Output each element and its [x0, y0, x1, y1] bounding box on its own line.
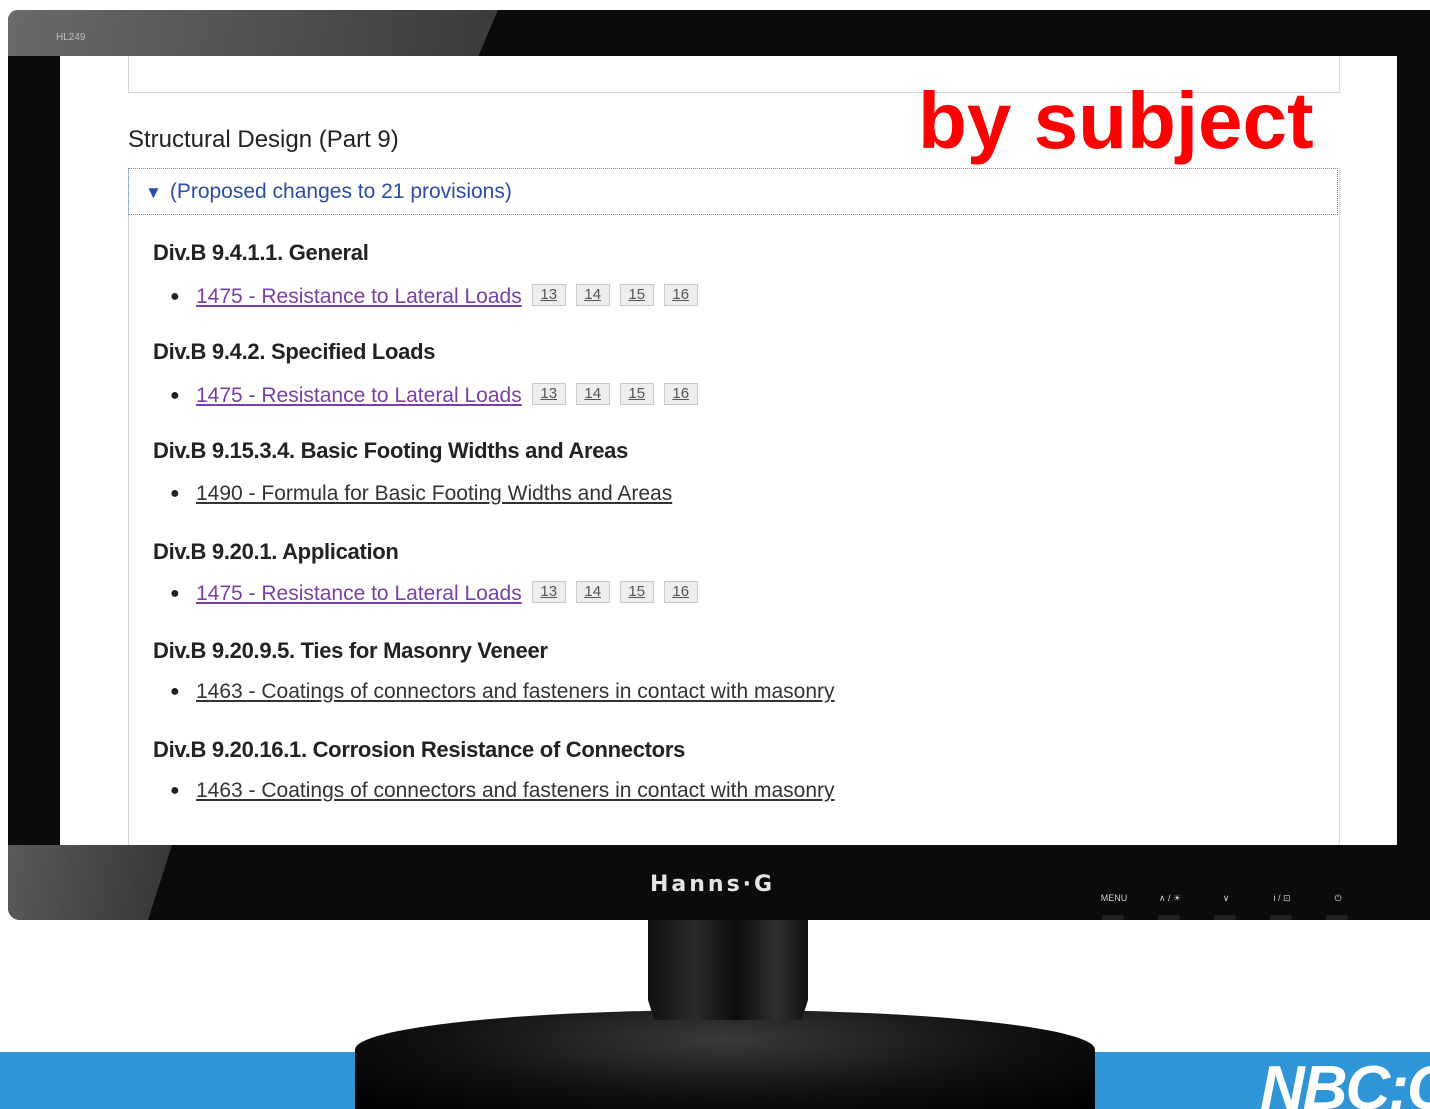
down-label: ∨	[1222, 893, 1230, 903]
power-icon: ⏻	[1334, 893, 1342, 903]
power-button[interactable]	[1326, 915, 1348, 920]
monitor-base	[355, 1010, 1095, 1109]
version-tag[interactable]: 13	[531, 383, 566, 405]
provision-heading: Div.B 9.4.2. Specified Loads	[153, 339, 436, 364]
bullet: ●	[170, 683, 180, 701]
menu-button[interactable]	[1102, 915, 1124, 920]
provision-heading: Div.B 9.4.1.1. General	[153, 240, 369, 265]
proposal-link[interactable]: 1475 - Resistance to Lateral Loads	[196, 384, 522, 407]
model-label: HL249	[56, 32, 86, 43]
provision-heading: Div.B 9.15.3.4. Basic Footing Widths and…	[153, 438, 629, 463]
bullet: ●	[170, 288, 180, 306]
proposal-link[interactable]: 1463 - Coatings of connectors and fasten…	[196, 680, 835, 703]
proposal-link[interactable]: 1475 - Resistance to Lateral Loads	[196, 285, 522, 308]
proposal-link[interactable]: 1463 - Coatings of connectors and fasten…	[196, 779, 835, 802]
summary-label: (Proposed changes to 21 provisions)	[169, 180, 512, 203]
bullet: ●	[170, 387, 180, 405]
provision-heading: Div.B 9.20.16.1. Corrosion Resistance of…	[153, 737, 686, 762]
menu-label: MENU	[1100, 893, 1128, 903]
version-tag[interactable]: 15	[619, 284, 654, 306]
version-tag[interactable]: 14	[575, 383, 610, 405]
brand-logo: Hanns·G	[650, 872, 776, 897]
version-tag[interactable]: 14	[575, 284, 610, 306]
provision-item: ● 1475 - Resistance to Lateral Loads 13 14 1…	[170, 383, 698, 408]
version-tag[interactable]: 13	[531, 284, 566, 306]
version-tag[interactable]: 13	[531, 581, 566, 603]
monitor-neck	[648, 920, 808, 1020]
input-label: i / ⊡	[1273, 893, 1291, 903]
overlay-caption: by subject	[918, 76, 1314, 165]
section-title: Structural Design (Part 9)	[128, 126, 399, 153]
version-tag[interactable]: 15	[619, 581, 654, 603]
proposal-link[interactable]: 1490 - Formula for Basic Footing Widths …	[196, 482, 672, 505]
version-tag[interactable]: 14	[575, 581, 610, 603]
input-button[interactable]	[1270, 915, 1292, 920]
provision-heading: Div.B 9.20.9.5. Ties for Masonry Veneer	[153, 638, 548, 663]
provision-item: ● 1463 - Coatings of connectors and faste…	[170, 779, 835, 803]
up-brightness-label: ∧ / ☀	[1158, 893, 1182, 903]
provision-heading: Div.B 9.20.1. Application	[153, 539, 399, 564]
up-brightness-button[interactable]	[1158, 915, 1180, 920]
version-tag[interactable]: 16	[663, 383, 698, 405]
proposal-link[interactable]: 1475 - Resistance to Lateral Loads	[196, 582, 522, 605]
provision-item: ● 1475 - Resistance to Lateral Loads 13 14 1…	[170, 581, 698, 606]
bullet: ●	[170, 585, 180, 603]
monitor-controls: MENU ∧ / ☀ ∨ i / ⊡ ⏻	[1092, 893, 1392, 920]
version-tag[interactable]: 16	[663, 284, 698, 306]
version-tag[interactable]: 15	[619, 383, 654, 405]
provision-item: ● 1463 - Coatings of connectors and faste…	[170, 680, 835, 704]
provision-item: ● 1490 - Formula for Basic Footing Widths…	[170, 482, 672, 506]
nbc-logo: NBC:C	[1260, 1058, 1430, 1109]
monitor-screen: Structural Design (Part 9) ▼ (Proposed ch…	[60, 56, 1397, 845]
provision-item: ● 1475 - Resistance to Lateral Loads 13 14 1…	[170, 284, 698, 309]
version-tag[interactable]: 16	[663, 581, 698, 603]
provisions-summary-toggle[interactable]: ▼ (Proposed changes to 21 provisions)	[128, 168, 1338, 215]
bullet: ●	[170, 485, 180, 503]
down-button[interactable]	[1214, 915, 1236, 920]
bullet: ●	[170, 782, 180, 800]
triangle-down-icon: ▼	[145, 183, 162, 202]
